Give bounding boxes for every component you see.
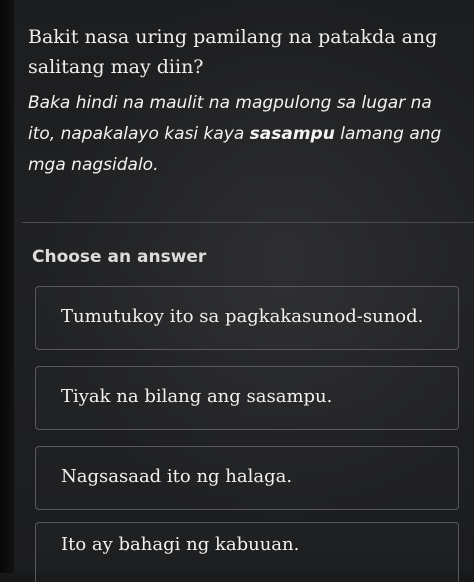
answer-option-2[interactable]: Tiyak na bilang ang sasampu. xyxy=(35,366,459,430)
answer-option-label: Tumutukoy ito sa pagkakasunod-sunod. xyxy=(61,306,424,327)
question-prompt-line: salitang may diin? xyxy=(28,56,204,78)
answer-option-label: Ito ay bahagi ng kabuuan. xyxy=(61,534,300,555)
answer-option-1[interactable]: Tumutukoy ito sa pagkakasunod-sunod. xyxy=(35,286,459,350)
passage-line: ito, napakalayo kasi kaya sasampu lamang… xyxy=(28,119,464,150)
question-prompt-line: Bakit nasa uring pamilang na patakda ang xyxy=(28,26,438,48)
passage-line: Baka hindi na maulit na magpulong sa lug… xyxy=(28,93,432,113)
question-passage: Baka hindi na maulit na magpulong sa lug… xyxy=(28,88,464,181)
passage-line: mga nagsidalo. xyxy=(28,155,159,175)
answer-option-label: Nagsasaad ito ng halaga. xyxy=(61,466,293,487)
device-bezel xyxy=(0,0,14,573)
choose-answer-heading: Choose an answer xyxy=(32,247,207,267)
passage-text: lamang ang xyxy=(334,124,442,144)
answer-option-3[interactable]: Nagsasaad ito ng halaga. xyxy=(35,446,459,510)
question-prompt: Bakit nasa uring pamilang na patakda ang… xyxy=(28,22,464,82)
emphasized-word: sasampu xyxy=(249,124,335,144)
section-divider xyxy=(22,222,474,223)
passage-text: ito, napakalayo kasi kaya xyxy=(28,124,250,144)
app-screen: Bakit nasa uring pamilang na patakda ang… xyxy=(0,0,474,582)
answer-option-label: Tiyak na bilang ang sasampu. xyxy=(61,386,333,407)
answer-option-4[interactable]: Ito ay bahagi ng kabuuan. xyxy=(35,522,459,582)
